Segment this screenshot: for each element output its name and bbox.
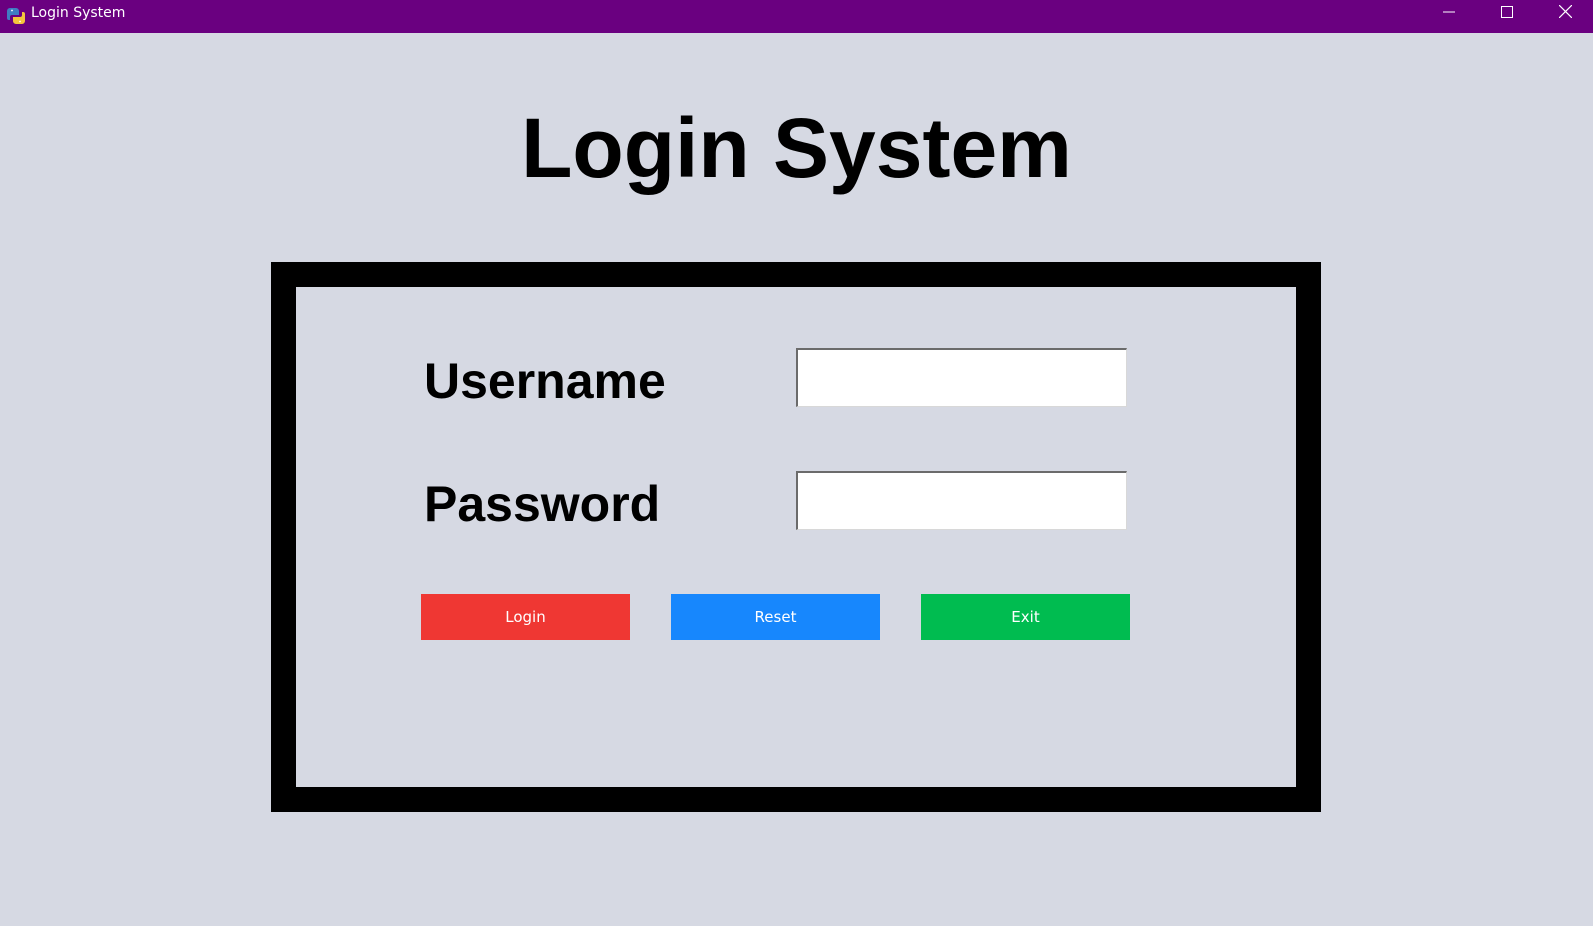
window-title: Login System xyxy=(31,5,126,21)
minimize-icon xyxy=(1443,5,1455,23)
minimize-button[interactable] xyxy=(1420,0,1478,27)
password-input[interactable] xyxy=(796,471,1127,530)
login-panel: Username Password Login Reset Exit xyxy=(271,262,1321,812)
exit-button[interactable]: Exit xyxy=(921,594,1130,640)
password-label: Password xyxy=(424,476,661,532)
maximize-icon xyxy=(1501,5,1513,23)
username-input[interactable] xyxy=(796,348,1127,407)
close-icon xyxy=(1558,4,1572,23)
page-title: Login System xyxy=(521,101,1072,195)
reset-button[interactable]: Reset xyxy=(671,594,880,640)
maximize-button[interactable] xyxy=(1478,0,1536,27)
python-app-icon xyxy=(6,6,26,26)
username-label: Username xyxy=(424,353,666,409)
login-button[interactable]: Login xyxy=(421,594,630,640)
close-button[interactable] xyxy=(1536,0,1593,27)
window-titlebar[interactable]: Login System xyxy=(0,0,1593,33)
